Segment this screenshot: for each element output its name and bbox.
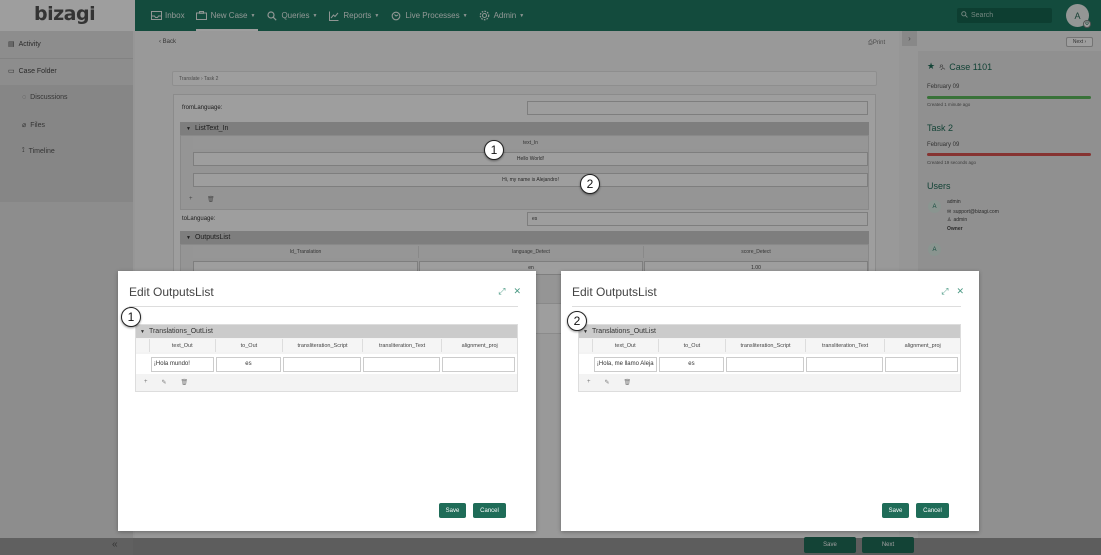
add-row-icon[interactable]: + [144, 379, 148, 386]
modal-header-icons: ⤢ ✕ [941, 286, 964, 297]
expand-icon[interactable]: ⤢ [941, 286, 948, 297]
translations-grid-header[interactable]: ▼ Translations_OutList [579, 325, 960, 338]
grid-toolbar: + ✎ 🗑 [144, 379, 188, 386]
edit-row-icon[interactable]: ✎ [605, 379, 610, 386]
column-header[interactable]: to_Out [658, 339, 727, 352]
column-header[interactable]: alignment_proj [442, 339, 517, 352]
delete-row-icon[interactable]: 🗑 [624, 379, 632, 386]
modal-title: Edit OutputsList [572, 285, 657, 299]
column-header[interactable]: to_Out [215, 339, 284, 352]
transliteration-script-cell[interactable] [283, 356, 361, 372]
cancel-button[interactable]: Cancel [916, 503, 949, 518]
translations-grid: ▼ Translations_OutList text_Out to_Out t… [135, 324, 518, 392]
expand-icon[interactable]: ⤢ [498, 286, 505, 297]
save-button[interactable]: Save [882, 503, 909, 518]
callout-marker: 2 [580, 174, 600, 194]
callout-marker: 1 [121, 307, 141, 327]
column-header[interactable]: text_Out [149, 339, 216, 352]
edit-row-icon[interactable]: ✎ [162, 379, 167, 386]
column-header[interactable]: alignment_proj [885, 339, 960, 352]
translations-grid-title: Translations_OutList [591, 328, 656, 335]
callout-marker: 1 [484, 140, 504, 160]
translations-column-headers: text_Out to_Out transliteration_Script t… [136, 339, 517, 352]
transliteration-text-cell[interactable] [362, 356, 441, 372]
callout-marker: 2 [567, 311, 587, 331]
edit-outputs-modal-right: Edit OutputsList ⤢ ✕ ▼ Translations_OutL… [561, 271, 979, 531]
edit-outputs-modal-left: Edit OutputsList ⤢ ✕ ▼ Translations_OutL… [118, 271, 536, 531]
column-header[interactable]: transliteration_Text [805, 339, 886, 352]
table-row: ¡Hola, me llamo Aleja es [579, 354, 960, 374]
transliteration-text-cell[interactable] [805, 356, 884, 372]
to-out-cell[interactable]: es [215, 356, 282, 372]
translations-grid-header[interactable]: ▼ Translations_OutList [136, 325, 517, 338]
column-header[interactable]: text_Out [592, 339, 659, 352]
transliteration-script-cell[interactable] [726, 356, 804, 372]
column-header[interactable]: transliteration_Script [283, 339, 363, 352]
close-icon[interactable]: ✕ [956, 286, 964, 297]
translations-grid-title: Translations_OutList [148, 328, 213, 335]
alignment-proj-cell[interactable] [885, 356, 958, 372]
column-header[interactable]: transliteration_Text [362, 339, 443, 352]
text-out-cell[interactable]: ¡Hola mundo! [150, 356, 214, 372]
column-header[interactable]: transliteration_Script [726, 339, 806, 352]
cancel-button[interactable]: Cancel [473, 503, 506, 518]
row-selector-column [579, 339, 593, 352]
row-selector-column [136, 339, 150, 352]
to-out-cell[interactable]: es [658, 356, 725, 372]
translations-grid: ▼ Translations_OutList text_Out to_Out t… [578, 324, 961, 392]
delete-row-icon[interactable]: 🗑 [181, 379, 189, 386]
divider [129, 306, 518, 307]
modal-header-icons: ⤢ ✕ [498, 286, 521, 297]
alignment-proj-cell[interactable] [442, 356, 515, 372]
text-out-cell[interactable]: ¡Hola, me llamo Aleja [593, 356, 657, 372]
close-icon[interactable]: ✕ [513, 286, 521, 297]
translations-column-headers: text_Out to_Out transliteration_Script t… [579, 339, 960, 352]
add-row-icon[interactable]: + [587, 379, 591, 386]
divider [572, 306, 961, 307]
grid-toolbar: + ✎ 🗑 [587, 379, 631, 386]
modal-title: Edit OutputsList [129, 285, 214, 299]
chevron-down-icon: ▼ [140, 328, 145, 335]
table-row: ¡Hola mundo! es [136, 354, 517, 374]
save-button[interactable]: Save [439, 503, 466, 518]
chevron-down-icon: ▼ [583, 328, 588, 335]
